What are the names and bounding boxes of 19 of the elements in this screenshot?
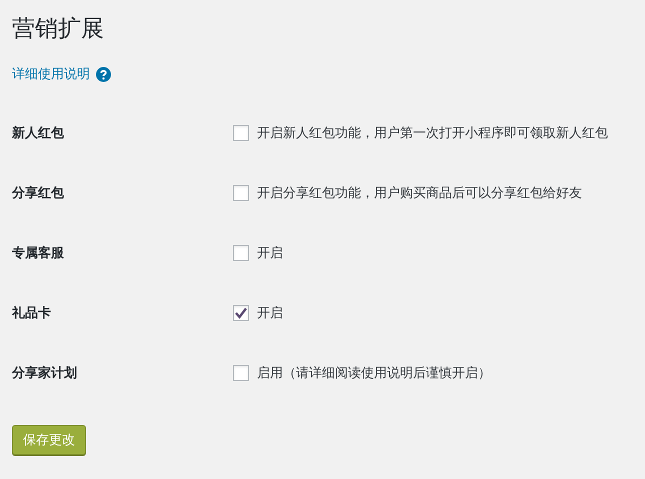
setting-label: 新人红包 — [12, 124, 65, 142]
help-icon[interactable] — [96, 66, 111, 82]
setting-description: 开启 — [257, 305, 283, 322]
checkbox[interactable] — [233, 305, 249, 321]
page-title: 营销扩展 — [12, 15, 105, 44]
checkbox[interactable] — [233, 125, 249, 141]
checkbox[interactable] — [233, 245, 249, 261]
setting-label: 分享红包 — [12, 184, 65, 202]
save-button[interactable]: 保存更改 — [12, 425, 86, 455]
checkbox[interactable] — [233, 365, 249, 381]
setting-description: 开启分享红包功能，用户购买商品后可以分享红包给好友 — [257, 185, 582, 202]
setting-label: 分享家计划 — [12, 364, 78, 382]
help-link[interactable]: 详细使用说明 — [12, 65, 90, 83]
setting-description: 开启新人红包功能，用户第一次打开小程序即可领取新人红包 — [257, 125, 608, 142]
setting-description: 启用（请详细阅读使用说明后谨慎开启） — [257, 365, 491, 382]
checkbox[interactable] — [233, 185, 249, 201]
setting-label: 专属客服 — [12, 244, 65, 262]
setting-description: 开启 — [257, 245, 283, 262]
setting-label: 礼品卡 — [12, 304, 52, 322]
